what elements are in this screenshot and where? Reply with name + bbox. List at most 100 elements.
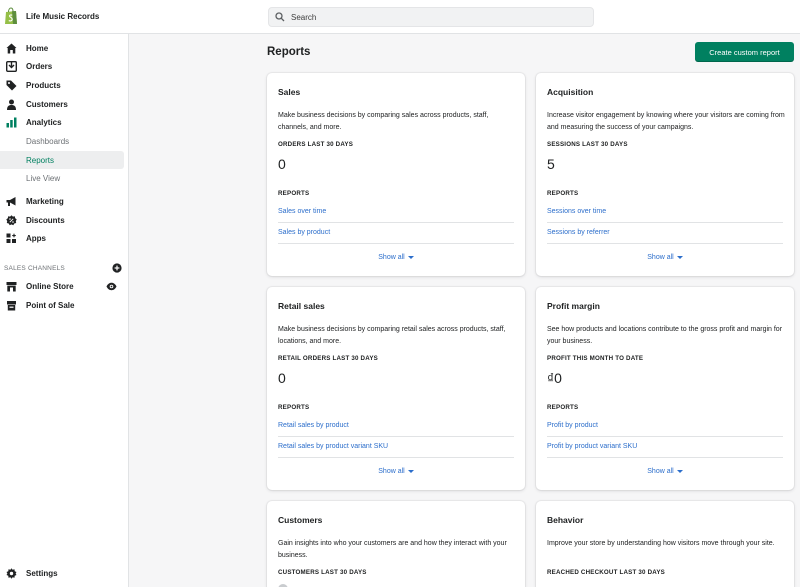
- caret-down-icon: [676, 255, 683, 259]
- metric-label: CUSTOMERS LAST 30 DAYS: [278, 569, 367, 576]
- create-custom-report-button[interactable]: Create custom report: [695, 42, 794, 62]
- metric-label: ORDERS LAST 30 DAYS: [278, 141, 354, 148]
- search-bar[interactable]: [268, 7, 594, 27]
- show-all-label: Show all: [647, 468, 674, 475]
- bar-chart-icon: [5, 116, 17, 128]
- reports-heading: REPORTS: [547, 190, 579, 197]
- divider: [278, 222, 514, 223]
- sidebar-item-label: Discounts: [26, 215, 65, 225]
- report-link[interactable]: Profit by product variant SKU: [547, 443, 637, 450]
- card-title: Behavior: [547, 515, 584, 525]
- report-link[interactable]: Sales over time: [278, 208, 326, 215]
- metric-label: PROFIT THIS MONTH TO DATE: [547, 355, 644, 362]
- card-title: Customers: [278, 515, 323, 525]
- sidebar-item-label: Point of Sale: [26, 300, 75, 310]
- sidebar-item-label: Apps: [26, 233, 46, 243]
- divider: [278, 243, 514, 244]
- divider: [547, 436, 783, 437]
- report-link[interactable]: Sessions by referrer: [547, 229, 610, 236]
- gear-icon: [5, 567, 17, 579]
- sales-channels-header: SALES CHANNELS: [4, 263, 122, 273]
- metric-label: SESSIONS LAST 30 DAYS: [547, 141, 628, 148]
- discount-icon: [5, 214, 17, 226]
- card-title: Retail sales: [278, 301, 325, 311]
- show-all-label: Show all: [378, 254, 405, 261]
- metric-value: ₫0: [547, 370, 562, 386]
- metric-label: REACHED CHECKOUT LAST 30 DAYS: [547, 569, 665, 576]
- card-title: Sales: [278, 87, 301, 97]
- card-description: Increase visitor engagement by knowing w…: [547, 112, 785, 131]
- card-description: Improve your store by understanding how …: [547, 540, 775, 547]
- report-link[interactable]: Sales by product: [278, 229, 330, 236]
- metric-label: RETAIL ORDERS LAST 30 DAYS: [278, 355, 378, 362]
- report-card-retail-sales: Retail sales Make business decisions by …: [267, 287, 525, 490]
- sidebar-item-home[interactable]: Home: [0, 39, 124, 57]
- report-link[interactable]: Retail sales by product variant SKU: [278, 443, 388, 450]
- orders-icon: [5, 60, 17, 72]
- sidebar-item-settings[interactable]: Settings: [0, 564, 124, 582]
- sidebar-subitem-reports[interactable]: Reports: [0, 151, 124, 169]
- show-all-button[interactable]: Show all: [267, 468, 525, 475]
- eye-icon[interactable]: [106, 281, 117, 292]
- top-bar: Life Music Records: [0, 0, 800, 34]
- page-title: Reports: [267, 46, 311, 58]
- report-card-profit-margin: Profit margin See how products and locat…: [536, 287, 794, 490]
- sales-channels-label: SALES CHANNELS: [4, 264, 65, 272]
- sidebar-item-label: Orders: [26, 61, 53, 71]
- card-description: Make business decisions by comparing ret…: [278, 326, 506, 345]
- divider: [547, 457, 783, 458]
- divider: [278, 457, 514, 458]
- sidebar-item-point-of-sale[interactable]: Point of Sale: [0, 296, 124, 314]
- report-card-behavior: Behavior Improve your store by understan…: [536, 501, 794, 587]
- divider: [547, 222, 783, 223]
- report-card-acquisition: Acquisition Increase visitor engagement …: [536, 73, 794, 276]
- sidebar-subitem-dashboards[interactable]: Dashboards: [0, 132, 124, 150]
- card-title: Acquisition: [547, 87, 594, 97]
- search-icon: [275, 12, 285, 22]
- sidebar-item-customers[interactable]: Customers: [0, 95, 124, 113]
- store-icon: [5, 280, 17, 292]
- divider: [278, 436, 514, 437]
- megaphone-icon: [5, 195, 17, 207]
- home-icon: [5, 42, 17, 54]
- report-card-customers: Customers Gain insights into who your cu…: [267, 501, 525, 587]
- show-all-button[interactable]: Show all: [267, 254, 525, 261]
- sidebar-item-orders[interactable]: Orders: [0, 57, 124, 75]
- card-description: Gain insights into who your customers ar…: [278, 540, 507, 559]
- report-link[interactable]: Sessions over time: [547, 208, 606, 215]
- apps-icon: [5, 232, 17, 244]
- show-all-button[interactable]: Show all: [536, 254, 794, 261]
- sidebar-item-label: Home: [26, 43, 49, 53]
- caret-down-icon: [407, 469, 414, 473]
- store-name: Life Music Records: [26, 11, 100, 21]
- sidebar-item-label: Analytics: [26, 117, 62, 127]
- report-card-sales: Sales Make business decisions by compari…: [267, 73, 525, 276]
- sidebar-item-label: Online Store: [26, 281, 74, 291]
- report-link[interactable]: Retail sales by product: [278, 422, 349, 429]
- card-description: See how products and locations contribut…: [547, 326, 783, 345]
- pos-icon: [5, 299, 17, 311]
- reports-heading: REPORTS: [547, 404, 579, 411]
- reports-heading: REPORTS: [278, 190, 310, 197]
- sidebar-item-apps[interactable]: Apps: [0, 229, 124, 247]
- sidebar-item-discounts[interactable]: Discounts: [0, 211, 124, 229]
- sidebar-item-products[interactable]: Products: [0, 76, 124, 94]
- add-circle-icon[interactable]: [112, 263, 122, 273]
- show-all-button[interactable]: Show all: [536, 468, 794, 475]
- sidebar-item-marketing[interactable]: Marketing: [0, 192, 124, 210]
- sidebar-item-label: Customers: [26, 99, 68, 109]
- divider: [547, 243, 783, 244]
- metric-value: 0: [278, 370, 286, 386]
- sidebar-item-label: Products: [26, 80, 61, 90]
- sidebar-subitem-live-view[interactable]: Live View: [0, 169, 124, 187]
- metric-value: 5: [547, 156, 555, 172]
- sidebar-item-analytics[interactable]: Analytics: [0, 113, 124, 131]
- report-link[interactable]: Profit by product: [547, 422, 598, 429]
- search-input[interactable]: [291, 12, 581, 22]
- person-icon: [5, 98, 17, 110]
- store-brand[interactable]: Life Music Records: [4, 7, 99, 25]
- tag-icon: [5, 79, 17, 91]
- card-description: Make business decisions by comparing sal…: [278, 112, 489, 131]
- sidebar-item-label: Marketing: [26, 196, 64, 206]
- card-title: Profit margin: [547, 301, 600, 311]
